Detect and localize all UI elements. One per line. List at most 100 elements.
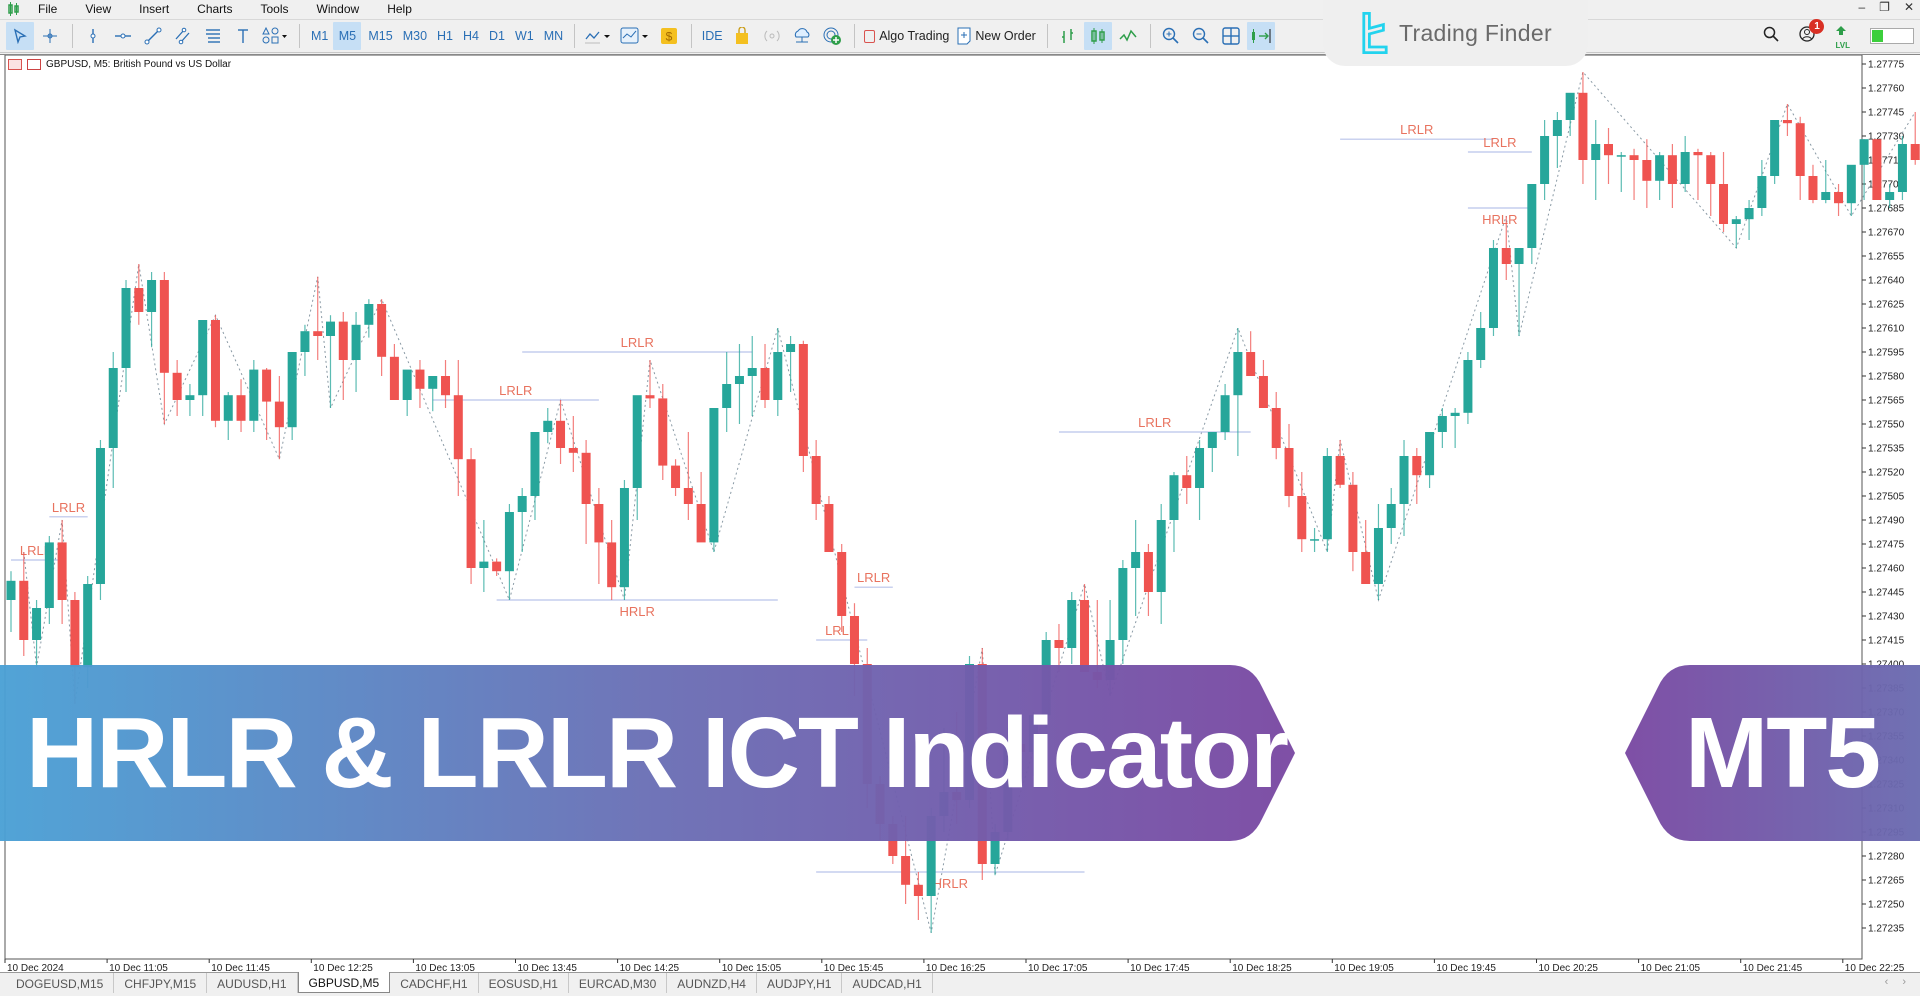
price-tick-label: 1.27460	[1868, 564, 1905, 575]
candle-body	[1131, 552, 1141, 568]
market-bag-button[interactable]	[728, 22, 756, 50]
ide-button[interactable]: IDE	[698, 22, 726, 50]
timeframe-m30[interactable]: M30	[398, 29, 432, 43]
candle-body	[1118, 568, 1128, 640]
platform-label: MT5	[1685, 697, 1881, 809]
chart-title-text: GBPUSD, M5: British Pound vs US Dollar	[46, 59, 232, 70]
zoom-in-button[interactable]	[1157, 22, 1185, 50]
tab-audnzd-h4[interactable]: AUDNZD,H4	[667, 973, 757, 993]
price-tick-label: 1.27280	[1868, 852, 1905, 863]
candlestick-chart-button[interactable]	[1083, 22, 1112, 50]
candle-body	[1258, 376, 1268, 408]
candle-body	[389, 356, 399, 400]
candle-body	[568, 448, 578, 453]
indicators-button[interactable]	[581, 22, 615, 50]
candle-body	[1373, 528, 1383, 584]
vertical-line-button[interactable]	[79, 22, 107, 50]
zoom-out-button[interactable]	[1187, 22, 1215, 50]
candle-body	[786, 344, 796, 352]
vps-button[interactable]	[788, 22, 816, 50]
horizontal-line-button[interactable]	[109, 22, 137, 50]
timeframe-w1[interactable]: W1	[510, 29, 539, 43]
timeframe-d1[interactable]: D1	[484, 29, 510, 43]
candle	[798, 340, 808, 472]
channel-button[interactable]	[169, 22, 197, 50]
tab-audjpy-h1[interactable]: AUDJPY,H1	[757, 973, 843, 993]
menu-tools[interactable]: Tools	[247, 0, 303, 18]
candle	[1488, 240, 1498, 336]
menu-window[interactable]: Window	[303, 0, 374, 18]
level-progress-fill	[1872, 30, 1883, 42]
candle-body	[1514, 248, 1524, 264]
candle-body	[1335, 456, 1345, 485]
restore-button[interactable]: ❐	[1879, 0, 1890, 14]
minimize-button[interactable]: –	[1858, 0, 1865, 14]
algo-trading-button[interactable]: Algo Trading	[861, 22, 952, 50]
candle-body	[1706, 155, 1716, 184]
crosshair-tool-button[interactable]	[36, 22, 64, 50]
candle-body	[645, 395, 655, 399]
tab-audcad-h1[interactable]: AUDCAD,H1	[842, 973, 933, 993]
signals-button[interactable]	[758, 22, 786, 50]
shapes-icon	[262, 27, 287, 44]
price-tick-label: 1.27580	[1868, 372, 1905, 383]
candle-body	[70, 600, 80, 668]
candle-body	[1450, 412, 1460, 416]
menu-file[interactable]: File	[24, 0, 71, 18]
tab-eosusd-h1[interactable]: EOSUSD,H1	[479, 973, 569, 993]
line-chart-button[interactable]	[1114, 22, 1142, 50]
fibonacci-button[interactable]	[199, 22, 227, 50]
tab-eurcad-m30[interactable]: EURCAD,M30	[569, 973, 668, 993]
timeframe-m1[interactable]: M1	[306, 29, 333, 43]
templates-button[interactable]	[617, 22, 653, 50]
timeframe-h4[interactable]: H4	[458, 29, 484, 43]
new-order-button[interactable]: New Order	[954, 22, 1038, 50]
cursor-tool-button[interactable]	[6, 22, 34, 50]
tab-scroll-left-button[interactable]: ‹	[1885, 976, 1889, 988]
candle-body	[1143, 552, 1153, 592]
timeframe-m5[interactable]: M5	[333, 22, 362, 50]
one-click-trading-icon[interactable]	[8, 59, 22, 70]
tab-cadchf-h1[interactable]: CADCHF,H1	[390, 973, 479, 993]
candle-body	[108, 368, 118, 448]
close-button[interactable]: ✕	[1904, 0, 1914, 14]
menu-charts[interactable]: Charts	[183, 0, 246, 18]
timeframe-h1[interactable]: H1	[432, 29, 458, 43]
tab-scroll-right-button[interactable]: ›	[1902, 976, 1906, 988]
tab-gbpusd-m5[interactable]: GBPUSD,M5	[297, 972, 391, 993]
mql5-community-button[interactable]	[818, 22, 846, 50]
account-button[interactable]: 1	[1799, 18, 1825, 47]
menu-view[interactable]: View	[71, 0, 125, 18]
shapes-button[interactable]	[259, 22, 291, 50]
tab-dogeusd-m15[interactable]: DOGEUSD,M15	[6, 973, 115, 993]
candle-body	[1770, 120, 1780, 176]
level-indicator[interactable]: LVL	[1835, 23, 1850, 50]
tile-windows-button[interactable]	[1217, 22, 1245, 50]
mt5-app-icon[interactable]	[4, 0, 24, 18]
trendline-button[interactable]	[139, 22, 167, 50]
tab-chfjpy-m15[interactable]: CHFJPY,M15	[114, 973, 208, 993]
menu-insert[interactable]: Insert	[125, 0, 183, 18]
window-controls: – ❐ ✕	[1858, 0, 1914, 14]
price-tick-label: 1.27430	[1868, 612, 1905, 623]
candle-body	[1412, 456, 1422, 476]
tab-audusd-h1[interactable]: AUDUSD,H1	[207, 973, 298, 993]
menu-help[interactable]: Help	[373, 0, 426, 18]
dollar-icon: $	[661, 28, 678, 44]
lrlr-label: LRLR	[1400, 122, 1433, 137]
new-order-icon	[957, 27, 971, 45]
candle-body	[1501, 248, 1511, 264]
autoscroll-button[interactable]	[1246, 22, 1275, 50]
candle-body	[210, 320, 220, 421]
timeframe-m15[interactable]: M15	[363, 29, 397, 43]
market-button[interactable]: $	[655, 22, 683, 50]
text-tool-button[interactable]	[229, 22, 257, 50]
bar-chart-button[interactable]	[1054, 22, 1082, 50]
candle-body	[1667, 155, 1677, 184]
candle-body	[32, 608, 42, 640]
price-tick-label: 1.27655	[1868, 252, 1905, 263]
timeframe-mn[interactable]: MN	[539, 29, 568, 43]
candle-body	[83, 584, 93, 668]
search-button[interactable]	[1763, 26, 1780, 47]
candle-body	[19, 580, 29, 640]
